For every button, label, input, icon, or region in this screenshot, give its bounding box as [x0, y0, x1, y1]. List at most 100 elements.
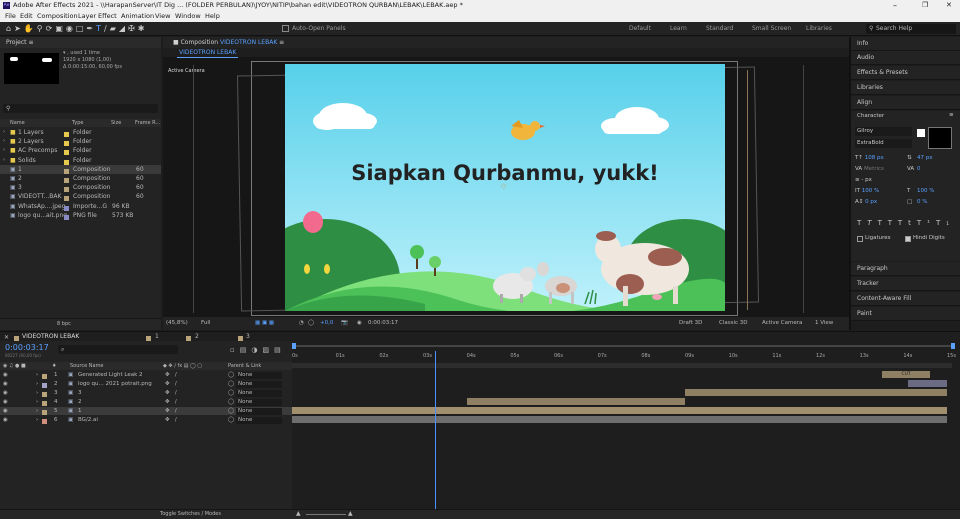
expand-arrow-icon[interactable]: › — [3, 128, 5, 137]
expand-arrow-icon[interactable]: › — [36, 371, 38, 380]
superscript-button[interactable]: T¹ — [917, 219, 936, 227]
navigator-start-handle[interactable] — [292, 343, 296, 349]
layer-switch-icons[interactable]: ✥ ∕ — [165, 371, 177, 380]
tsume-value[interactable]: 0 % — [917, 197, 927, 207]
menu-animation[interactable]: Animation — [121, 11, 154, 22]
project-item[interactable]: ▣ VIDEOTT...BAK Composition 60 — [0, 192, 161, 202]
item-label-swatch[interactable] — [64, 213, 69, 222]
selection-tool-icon[interactable]: ➤ — [14, 24, 24, 33]
workspace-libraries[interactable]: Libraries — [806, 22, 832, 36]
comp-flowchart-icon[interactable]: ▫ — [230, 346, 240, 354]
layer-row[interactable]: ◉ › 6 ▣ BG/2.ai ✥ ∕ ◯ None — [0, 416, 292, 425]
pickwhip-icon[interactable]: ◯ — [228, 398, 234, 407]
project-item[interactable]: › ■ 1 Layers Folder — [0, 128, 161, 137]
all-caps-button[interactable]: TT — [878, 219, 898, 227]
timeline-timecode[interactable]: 0:00:03:17 — [5, 343, 49, 352]
panel-libraries[interactable]: Libraries — [851, 81, 960, 95]
project-item[interactable]: ▣ 2 Composition 60 — [0, 174, 161, 183]
navigator-end-handle[interactable] — [951, 343, 955, 349]
bit-depth[interactable]: 8 bpc — [57, 321, 71, 327]
layer-switch-icons[interactable]: ✥ ∕ — [165, 416, 177, 425]
menu-view[interactable]: View — [155, 11, 170, 22]
layer-duration-bar[interactable] — [685, 389, 947, 396]
small-caps-button[interactable]: Tt — [898, 219, 917, 227]
renderer-select[interactable]: Classic 3D — [719, 317, 748, 330]
layer-duration-bar[interactable] — [907, 380, 947, 387]
graph-editor-icon[interactable]: ▤ — [274, 346, 286, 354]
color-wheel-icon[interactable]: ◯ — [308, 317, 314, 330]
layer-name[interactable]: 3 — [78, 389, 82, 398]
zoom-out-icon[interactable]: ▲ — [296, 510, 301, 517]
draft3d-icon[interactable]: ▤ — [240, 346, 252, 354]
project-item[interactable]: › ■ AC Precomps Folder — [0, 146, 161, 156]
shy-icon[interactable]: ◑ — [251, 346, 262, 354]
layer-name[interactable]: Generated Light Leak 2 — [78, 371, 143, 380]
fill-color-swatch[interactable] — [928, 127, 952, 149]
eraser-tool-icon[interactable]: ◢ — [119, 24, 128, 33]
workspace-standard[interactable]: Standard — [706, 22, 733, 36]
workspace-learn[interactable]: Learn — [670, 22, 687, 36]
project-item[interactable]: › ■ Solids Folder — [0, 156, 161, 165]
close-icon[interactable]: ✕ — [946, 0, 952, 11]
close-tab-icon[interactable]: ✕ — [4, 334, 9, 341]
timeline-search[interactable]: ⌕ — [58, 345, 178, 354]
project-item[interactable]: ▣ logo qu...ait.png PNG file 573 KB — [0, 211, 161, 220]
layer-name[interactable]: 2 — [78, 398, 82, 407]
panel-menu-icon[interactable]: ≡ — [949, 112, 954, 118]
lock-icon[interactable]: ■ — [173, 39, 179, 46]
mask-icon[interactable]: ◔ — [299, 317, 304, 330]
parent-select[interactable]: None — [236, 408, 282, 415]
faux-bold-button[interactable]: T — [857, 219, 867, 227]
project-item[interactable]: ▣ 3 Composition 60 — [0, 183, 161, 193]
timeline-tab-2[interactable]: 2 — [195, 332, 199, 342]
pickwhip-icon[interactable]: ◯ — [228, 380, 234, 389]
tracking-value[interactable]: 0 — [917, 164, 921, 174]
col-frame-rate[interactable]: Frame R... — [135, 119, 160, 127]
layer-row[interactable]: ◉ › 5 ▣ 1 ✥ ∕ ◯ None — [0, 407, 292, 416]
layer-name[interactable]: logo qu... 2021 potrait.png — [78, 380, 152, 389]
home-icon[interactable]: ⌂ — [6, 24, 14, 33]
font-family-select[interactable]: Gilroy — [855, 127, 912, 136]
search-help-field[interactable]: ⚲ Search Help — [866, 24, 956, 34]
menu-file[interactable]: File — [5, 11, 16, 22]
col-source-name[interactable]: Source Name — [70, 362, 104, 370]
col-name[interactable]: Name — [10, 119, 25, 127]
rotate-tool-icon[interactable]: ⟳ — [46, 24, 56, 33]
timeline-tab-1[interactable]: 1 — [155, 332, 159, 342]
vertical-scale-value[interactable]: 100 % — [862, 188, 879, 194]
minimize-icon[interactable]: – — [893, 0, 897, 11]
layer-switch-icons[interactable]: ✥ ∕ — [165, 407, 177, 416]
grid-icon[interactable]: ▦ ▣ ▦ — [255, 317, 274, 330]
font-size-value[interactable]: 108 px — [865, 155, 884, 161]
expand-arrow-icon[interactable]: › — [36, 407, 38, 416]
col-size[interactable]: Size — [111, 119, 121, 127]
view-layout-select[interactable]: 1 View — [815, 317, 833, 330]
panel-paragraph[interactable]: Paragraph — [851, 262, 960, 276]
menu-composition[interactable]: Composition — [37, 11, 78, 22]
ligatures-checkbox[interactable] — [857, 236, 863, 242]
layer-switch-icons[interactable]: ✥ ∕ — [165, 398, 177, 407]
panel-paint[interactable]: Paint — [851, 307, 960, 321]
work-area-bar[interactable] — [292, 363, 952, 368]
project-item[interactable]: › ■ 2 Layers Folder — [0, 137, 161, 147]
hand-tool-icon[interactable]: ✋ — [24, 24, 37, 33]
comp-tab[interactable]: VIDEOTRON LEBAK — [177, 48, 239, 58]
subscript-button[interactable]: T₁ — [936, 219, 955, 227]
visibility-icon[interactable]: ◉ — [3, 416, 8, 425]
visibility-icon[interactable]: ◉ — [3, 380, 8, 389]
expand-arrow-icon[interactable]: › — [3, 156, 5, 165]
menu-layer[interactable]: Layer — [78, 11, 96, 22]
time-ruler[interactable]: 0s 01s 02s 03s 04s 05s 06s 07s 08s 09s 10s 11s 12s 13… — [292, 353, 960, 363]
kerning-value[interactable]: Metrics — [864, 166, 884, 172]
type-tool-icon[interactable]: T — [96, 24, 104, 33]
pan-behind-icon[interactable]: ◉ — [66, 24, 76, 33]
layer-row[interactable]: ◉ › 2 ▣ logo qu... 2021 potrait.png ✥ ∕ ◯ None — [0, 380, 292, 389]
pickwhip-icon[interactable]: ◯ — [228, 371, 234, 380]
expand-arrow-icon[interactable]: › — [36, 398, 38, 407]
camera-tool-icon[interactable]: ▣ — [55, 24, 66, 33]
parent-select[interactable]: None — [236, 390, 282, 397]
workspace-default[interactable]: Default — [629, 22, 651, 36]
layer-duration-bar[interactable] — [292, 416, 947, 423]
layer-duration-bar[interactable]: CUT — [881, 371, 930, 378]
font-style-select[interactable]: ExtraBold — [855, 139, 912, 148]
